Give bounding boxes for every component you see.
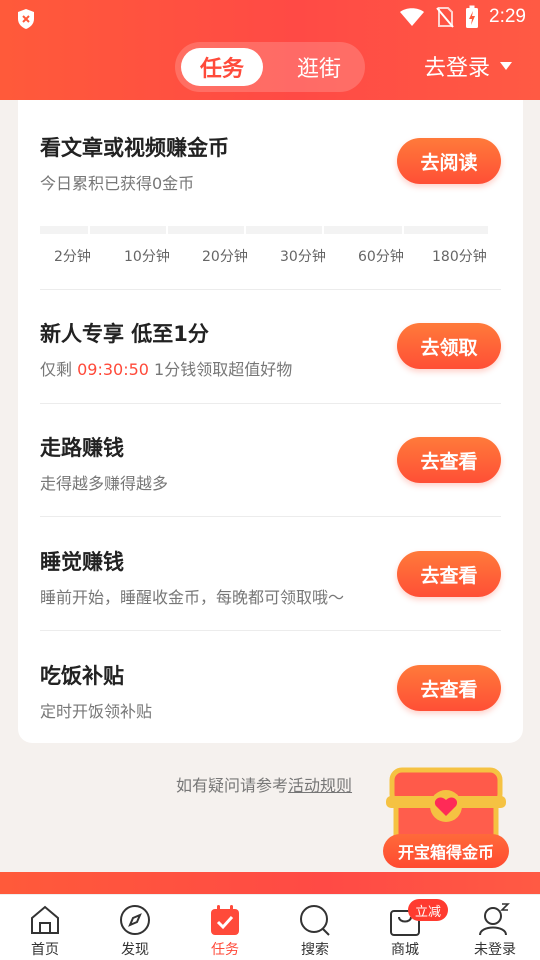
progress-separator [244, 226, 246, 234]
status-bar: 2:29 [0, 0, 540, 36]
compass-icon [120, 905, 150, 935]
caret-down-icon [500, 62, 512, 70]
bottom-nav: 首页 发现 任务 搜索 立减 商城 未登录 [0, 894, 540, 960]
nav-item-tasks[interactable]: 任务 [180, 895, 270, 960]
search-icon [300, 905, 330, 936]
nav-item-mall[interactable]: 立减 商城 [360, 895, 450, 960]
nav-label: 首页 [31, 942, 59, 958]
nav-label: 商城 [391, 942, 419, 958]
nav-item-profile[interactable]: 未登录 [450, 895, 540, 960]
task-item-meal: 吃饭补贴 定时开饭领补贴 去查看 [40, 656, 501, 721]
tab-switcher: 任务 逛街 [175, 42, 365, 92]
task-card: 看文章或视频赚金币 今日累积已获得0金币 去阅读 2分钟 10分钟 20分钟 3… [18, 100, 523, 743]
view-meal-button[interactable]: 去查看 [397, 665, 501, 711]
status-time: 2:29 [489, 6, 526, 27]
home-icon [31, 905, 59, 934]
treasure-button[interactable]: 开宝箱得金币 [383, 834, 509, 868]
task-title: 吃饭补贴 [40, 664, 124, 688]
divider [40, 630, 501, 631]
progress-label: 2分钟 [54, 249, 91, 265]
progress-label: 30分钟 [280, 249, 326, 265]
divider [40, 403, 501, 404]
nav-item-search[interactable]: 搜索 [270, 895, 360, 960]
task-item-read: 看文章或视频赚金币 今日累积已获得0金币 去阅读 [40, 128, 501, 193]
claim-button[interactable]: 去领取 [397, 323, 501, 369]
view-sleep-button[interactable]: 去查看 [397, 551, 501, 597]
read-button[interactable]: 去阅读 [397, 138, 501, 184]
progress-separator [402, 226, 404, 234]
divider [40, 289, 501, 290]
progress-labels: 2分钟 10分钟 20分钟 30分钟 60分钟 180分钟 [32, 246, 492, 266]
subtitle-suffix: 1分钱领取超值好物 [148, 360, 293, 379]
bottom-banner [0, 872, 540, 894]
tab-tasks[interactable]: 任务 [181, 48, 263, 86]
task-subtitle: 定时开饭领补贴 [40, 702, 153, 721]
progress-label: 180分钟 [432, 249, 487, 265]
progress-separator [166, 226, 168, 234]
countdown-timer: 09:30:50 [77, 360, 149, 379]
task-title: 看文章或视频赚金币 [40, 136, 229, 160]
nav-item-discover[interactable]: 发现 [90, 895, 180, 960]
progress-separator [88, 226, 90, 234]
battery-charging-icon [466, 5, 479, 28]
user-sleep-icon [479, 903, 510, 936]
subtitle-prefix: 仅剩 [40, 360, 78, 379]
task-subtitle: 仅剩 09:30:50 1分钱领取超值好物 [40, 356, 292, 380]
divider [40, 516, 501, 517]
task-subtitle: 走得越多赚得越多 [40, 474, 169, 493]
reading-progress-bar [40, 226, 488, 234]
task-subtitle: 睡前开始，睡醒收金币，每晚都可领取哦～ [40, 588, 345, 607]
no-sim-icon [436, 7, 454, 28]
task-item-newcomer: 新人专享 低至1分 仅剩 09:30:50 1分钱领取超值好物 去领取 [40, 314, 501, 379]
nav-label: 任务 [211, 942, 239, 958]
help-prefix: 如有疑问请参考 [176, 776, 289, 795]
progress-separator [322, 226, 324, 234]
task-title: 睡觉赚钱 [40, 550, 124, 574]
help-text: 如有疑问请参考活动规则 [176, 772, 352, 796]
calendar-check-icon [211, 905, 239, 935]
nav-label: 发现 [121, 942, 149, 958]
rules-link[interactable]: 活动规则 [288, 776, 352, 795]
progress-label: 20分钟 [202, 249, 248, 265]
wifi-icon [400, 8, 425, 26]
login-label: 去登录 [423, 56, 490, 81]
nav-item-home[interactable]: 首页 [0, 895, 90, 960]
task-title: 新人专享 低至1分 [40, 322, 209, 346]
discount-badge: 立减 [408, 899, 449, 921]
task-item-sleep: 睡觉赚钱 睡前开始，睡醒收金币，每晚都可领取哦～ 去查看 [40, 542, 501, 607]
task-subtitle: 今日累积已获得0金币 [40, 174, 195, 193]
view-walk-button[interactable]: 去查看 [397, 437, 501, 483]
login-dropdown[interactable]: 去登录 [424, 50, 512, 82]
nav-label: 未登录 [474, 942, 516, 958]
nav-label: 搜索 [301, 942, 329, 958]
shield-icon [18, 9, 34, 29]
task-title: 走路赚钱 [40, 436, 124, 460]
progress-label: 10分钟 [124, 249, 170, 265]
tab-shopping[interactable]: 逛街 [279, 48, 359, 86]
task-item-walk: 走路赚钱 走得越多赚得越多 去查看 [40, 428, 501, 493]
progress-label: 60分钟 [358, 249, 404, 265]
